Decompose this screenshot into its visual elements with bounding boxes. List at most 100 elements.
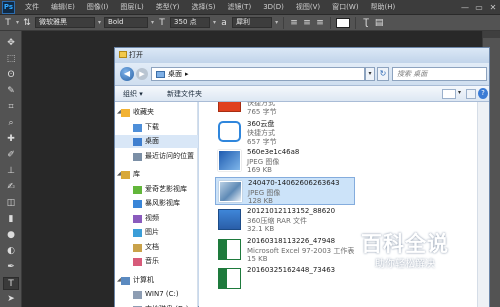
nav-item[interactable]: 桌面 [115,135,198,148]
brush-tool-icon[interactable]: ✐ [3,149,19,162]
minimize-button[interactable]: — [458,1,472,14]
menu-3d[interactable]: 3D(D) [257,3,290,11]
text-orientation-icon[interactable]: ⇅ [22,18,32,28]
clone-stamp-tool-icon[interactable]: ⊥ [3,165,19,178]
eyedropper-tool-icon[interactable]: ⌕ [3,117,19,130]
nav-item[interactable]: 下载 [115,121,198,134]
nav-item[interactable]: 图片 [115,226,198,239]
align-center-icon[interactable]: ≡ [302,18,312,28]
menu-filter[interactable]: 滤镜(T) [221,2,257,12]
type-tool-icon[interactable]: T [3,277,19,290]
preview-pane-icon[interactable] [466,89,476,99]
font-family-chevron-down-icon[interactable]: ▾ [98,19,101,26]
options-bar: T ▾ ⇅ 微软雅黑 ▾ Bold ▾ T 350 点 ▾ a 犀利 ▾ ≡ ≡… [0,15,500,31]
menu-edit[interactable]: 编辑(E) [45,2,81,12]
divider [283,16,285,29]
file-item[interactable]: 快捷方式 765 字节 [215,102,355,116]
refresh-icon[interactable]: ↻ [377,67,389,81]
nav-item[interactable]: 最近访问的位置 [115,150,198,163]
tool-preset-chevron-down-icon[interactable]: ▾ [16,19,19,26]
type-tool-icon[interactable]: T [3,18,13,28]
breadcrumb[interactable]: 桌面 [168,70,182,78]
nav-item[interactable]: ◢ 库 [115,168,198,181]
command-bar: 组织 ▾ 新建文件夹 ▾ ? [115,85,489,102]
drive-icon [133,291,142,299]
quick-select-tool-icon[interactable]: ✎ [3,85,19,98]
dodge-tool-icon[interactable]: ◐ [3,245,19,258]
file-item[interactable]: 240470-14062606263643 JPEG 图像 128 KB [215,176,355,205]
back-arrow-icon[interactable]: ◀ [120,67,134,81]
menu-help[interactable]: 帮助(H) [365,2,402,12]
panel-dock-header[interactable] [483,31,500,38]
file-item[interactable]: 20121012113152_88620 360压缩 RAR 文件 32.1 KB [215,206,355,234]
image-thumbnail [219,180,242,202]
menu-view[interactable]: 视图(V) [290,2,326,12]
warp-text-icon[interactable]: Ʈ [361,18,371,28]
font-family-select[interactable]: 微软雅黑 [35,17,96,28]
nav-item-label: 文档 [145,242,159,251]
nav-item-label: 视频 [145,213,159,222]
file-size: 169 KB [247,166,272,174]
move-tool-icon[interactable]: ✥ [3,37,19,50]
nav-item[interactable]: ◢ 计算机 [115,274,198,287]
path-selection-tool-icon[interactable]: ➤ [3,293,19,306]
align-left-icon[interactable]: ≡ [289,18,299,28]
iqiyi-icon [133,185,142,194]
menu-window[interactable]: 窗口(W) [326,2,364,12]
nav-item[interactable]: 本地磁盘 (D:) [115,303,198,307]
nav-item[interactable]: WIN7 (C:) [115,288,198,301]
file-item[interactable]: 560e3e1c46a8 JPEG 图像 169 KB [215,147,355,175]
eraser-tool-icon[interactable]: ◫ [3,197,19,210]
antialias-chevron-down-icon[interactable]: ▾ [275,19,278,26]
nav-item[interactable]: 音乐 [115,255,198,268]
view-options-chevron-down-icon[interactable]: ▾ [458,89,461,96]
history-brush-tool-icon[interactable]: ✍ [3,181,19,194]
nav-item[interactable]: 文档 [115,241,198,254]
file-item[interactable]: 360云盘 快捷方式 657 字节 [215,118,355,146]
font-size-chevron-down-icon[interactable]: ▾ [213,19,216,26]
view-options-icon[interactable] [442,89,456,99]
antialias-select[interactable]: 犀利 [232,17,273,28]
text-color-swatch[interactable] [336,17,351,28]
menu-type[interactable]: 类型(Y) [150,2,186,12]
nav-item[interactable]: 视频 [115,212,198,225]
fav-icon [121,109,130,117]
nav-item[interactable]: 爱奇艺影视库 [115,183,198,196]
pen-tool-icon[interactable]: ✒ [3,261,19,274]
photoshop-window: Ps 文件 编辑(E) 图像(I) 图层(L) 类型(Y) 选择(S) 滤镜(T… [0,0,500,307]
menu-layer[interactable]: 图层(L) [114,2,149,12]
organize-button[interactable]: 组织 ▾ [123,89,143,99]
align-right-icon[interactable]: ≡ [315,18,325,28]
font-size-select[interactable]: 350 点 [170,17,211,28]
vertical-scrollbar[interactable] [477,102,489,307]
file-size: 32.1 KB [247,225,275,233]
crop-tool-icon[interactable]: ⌗ [3,101,19,114]
character-panel-icon[interactable]: ▤ [374,18,384,28]
gradient-tool-icon[interactable]: ▮ [3,213,19,226]
breadcrumb-chevron-icon[interactable]: ▸ [185,70,189,78]
nav-item-label: 图片 [145,228,159,236]
help-icon[interactable]: ? [478,88,488,99]
close-button[interactable]: ✕ [486,1,500,14]
marquee-tool-icon[interactable]: ⬚ [3,53,19,66]
menu-file[interactable]: 文件 [19,2,45,12]
font-style-chevron-down-icon[interactable]: ▾ [151,19,154,26]
healing-brush-tool-icon[interactable]: ✚ [3,133,19,146]
file-name: 240470-14062606263643 [248,178,340,187]
nav-item[interactable]: 暴风影视库 [115,197,198,210]
search-input[interactable]: 搜索 桌面 [392,67,487,81]
menu-select[interactable]: 选择(S) [186,2,222,12]
lasso-tool-icon[interactable]: ʘ [3,69,19,82]
file-name: 20121012113152_88620 [247,207,336,215]
forward-arrow-icon[interactable]: ▶ [136,68,148,80]
blur-tool-icon[interactable]: ● [3,229,19,242]
menu-image[interactable]: 图像(I) [81,2,115,12]
address-bar[interactable]: 桌面 ▸ [151,67,365,81]
dialog-title-bar[interactable]: 打开 [115,48,489,63]
new-folder-button[interactable]: 新建文件夹 [167,89,202,99]
shortcut-icon [218,102,241,112]
address-history-chevron-down-icon[interactable]: ▾ [365,67,375,81]
maximize-button[interactable]: ▭ [472,1,486,14]
nav-item[interactable]: ◢ 收藏夹 [115,106,198,119]
font-style-select[interactable]: Bold [104,17,149,28]
